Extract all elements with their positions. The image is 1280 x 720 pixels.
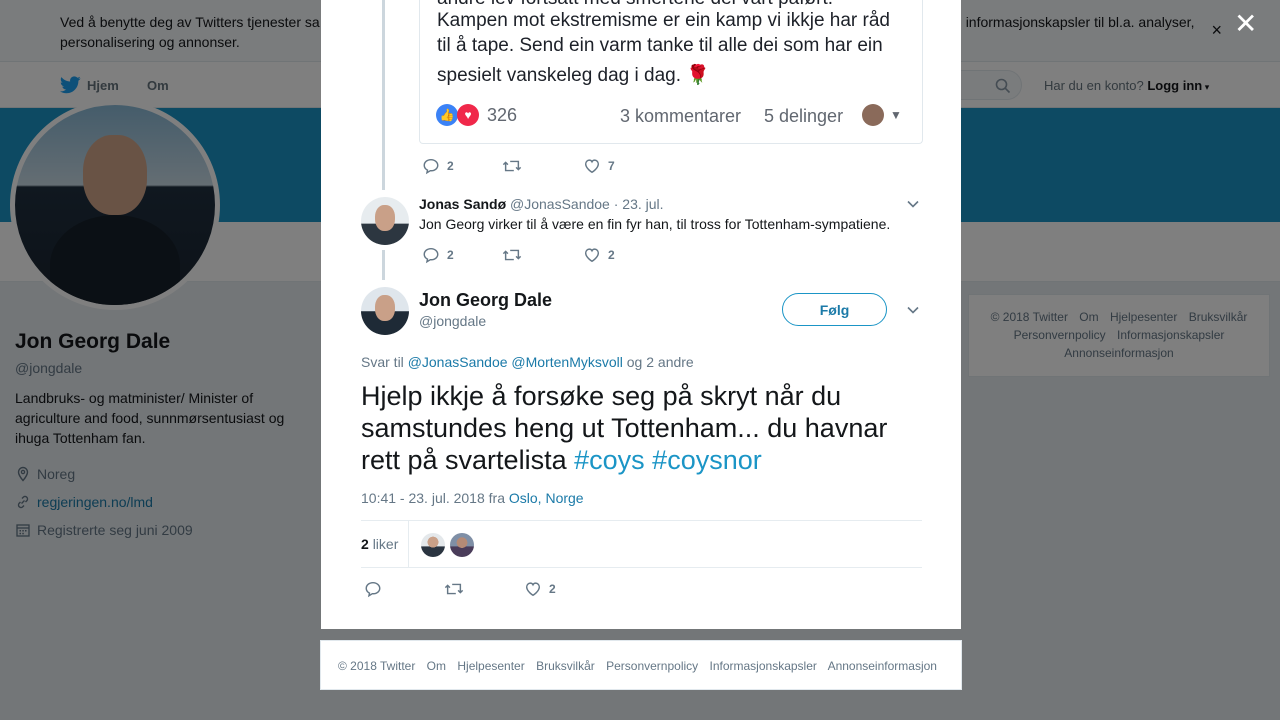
footer-link-help[interactable]: Hjelpesenter bbox=[457, 659, 524, 673]
reply-icon bbox=[365, 581, 381, 598]
modal-footer: © 2018 Twitter Om Hjelpesenter Bruksvilk… bbox=[320, 640, 962, 690]
footer-link-ads[interactable]: Annonseinformasjon bbox=[828, 659, 937, 673]
media-caret-icon: ▼ bbox=[890, 108, 902, 122]
reply-others-link[interactable]: og 2 andre bbox=[627, 354, 694, 370]
media-text-line: andre lev fortsatt med smertene dei vart… bbox=[437, 0, 833, 10]
retweet-button[interactable] bbox=[502, 246, 583, 264]
tweet-actions: 2 2 bbox=[422, 246, 615, 264]
retweet-button[interactable] bbox=[502, 157, 583, 175]
follow-button[interactable]: Følg bbox=[782, 293, 887, 326]
media-reactions: 👍 ♥ 326 bbox=[436, 104, 517, 126]
heart-icon bbox=[525, 582, 541, 597]
thread-line bbox=[382, 0, 385, 190]
media-comments: 3 kommentarer bbox=[620, 106, 742, 126]
tweet-text: Hjelp ikkje å forsøke seg på skryt når d… bbox=[361, 381, 888, 475]
media-text-line: til å tape. Send ein varm tanke til alle… bbox=[437, 35, 883, 56]
mention-link[interactable]: @MortenMyksvoll bbox=[511, 354, 622, 370]
thread-line bbox=[382, 250, 385, 280]
tweet-modal: andre lev fortsatt med smertene dei vart… bbox=[321, 0, 961, 629]
hashtag-link[interactable]: #coysnor bbox=[652, 445, 762, 475]
liker-avatar[interactable] bbox=[450, 533, 474, 557]
avatar[interactable] bbox=[361, 287, 409, 335]
tweet-author-name[interactable]: Jon Georg Dale bbox=[419, 290, 552, 311]
reply-button[interactable]: 2 bbox=[422, 246, 502, 264]
retweet-icon bbox=[444, 583, 464, 595]
tweet-media-image[interactable]: andre lev fortsatt med smertene dei vart… bbox=[419, 0, 923, 144]
avatar[interactable] bbox=[361, 197, 409, 245]
media-text-line: spesielt vanskeleg dag i dag. 🌹 bbox=[437, 65, 710, 86]
chevron-down-icon[interactable] bbox=[906, 197, 920, 211]
media-text-line: Kampen mot ekstremisme er ein kamp vi ik… bbox=[437, 10, 890, 31]
footer-link-about[interactable]: Om bbox=[427, 659, 446, 673]
love-reaction-icon: ♥ bbox=[457, 104, 479, 126]
like-button[interactable]: 2 bbox=[583, 246, 615, 264]
footer-link-terms[interactable]: Bruksvilkår bbox=[536, 659, 595, 673]
footer-link-cookies[interactable]: Informasjonskapsler bbox=[710, 659, 817, 673]
reply-icon bbox=[423, 247, 439, 264]
media-shares: 5 delinger bbox=[764, 106, 844, 126]
like-button[interactable]: 2 bbox=[524, 580, 556, 598]
tweet-author-name[interactable]: Jonas Sandø bbox=[419, 196, 506, 212]
heart-icon bbox=[584, 159, 600, 174]
tweet-actions: 2 bbox=[364, 580, 556, 598]
like-button[interactable]: 7 bbox=[583, 157, 615, 175]
divider bbox=[408, 521, 409, 567]
likes-count[interactable]: 2 liker bbox=[361, 536, 398, 552]
reply-context: Svar til @JonasSandoe @MortenMyksvoll og… bbox=[361, 354, 694, 370]
chevron-down-icon[interactable] bbox=[906, 303, 920, 317]
media-avatar bbox=[862, 104, 884, 126]
retweet-icon bbox=[502, 249, 522, 261]
footer-copyright: © 2018 Twitter bbox=[338, 659, 416, 673]
reply-button[interactable] bbox=[364, 580, 444, 598]
tweet-text: Jon Georg virker til å være en fin fyr h… bbox=[419, 216, 891, 232]
media-reaction-count: 326 bbox=[487, 104, 518, 125]
tweet-place-link[interactable]: Oslo, Norge bbox=[509, 490, 584, 506]
tweet-stats: 2 liker bbox=[361, 520, 922, 568]
close-icon[interactable]: ✕ bbox=[1234, 10, 1257, 38]
liker-avatar[interactable] bbox=[421, 533, 445, 557]
like-reaction-icon: 👍 bbox=[436, 104, 458, 126]
heart-icon bbox=[584, 248, 600, 263]
footer-link-privacy[interactable]: Personvernpolicy bbox=[606, 659, 698, 673]
tweet-date[interactable]: · 23. jul. bbox=[614, 196, 664, 212]
tweet-author-handle[interactable]: @jongdale bbox=[419, 313, 486, 329]
reply-button[interactable]: 2 bbox=[422, 157, 502, 175]
tweet-author-handle[interactable]: @JonasSandoe bbox=[510, 196, 610, 212]
tweet-actions: 2 7 bbox=[422, 157, 615, 175]
reply-icon bbox=[423, 158, 439, 175]
tweet-timestamp: 10:41 - 23. jul. 2018 fra Oslo, Norge bbox=[361, 490, 584, 506]
retweet-icon bbox=[502, 160, 522, 172]
hashtag-link[interactable]: #coys bbox=[574, 445, 645, 475]
retweet-button[interactable] bbox=[444, 580, 524, 598]
mention-link[interactable]: @JonasSandoe bbox=[408, 354, 508, 370]
